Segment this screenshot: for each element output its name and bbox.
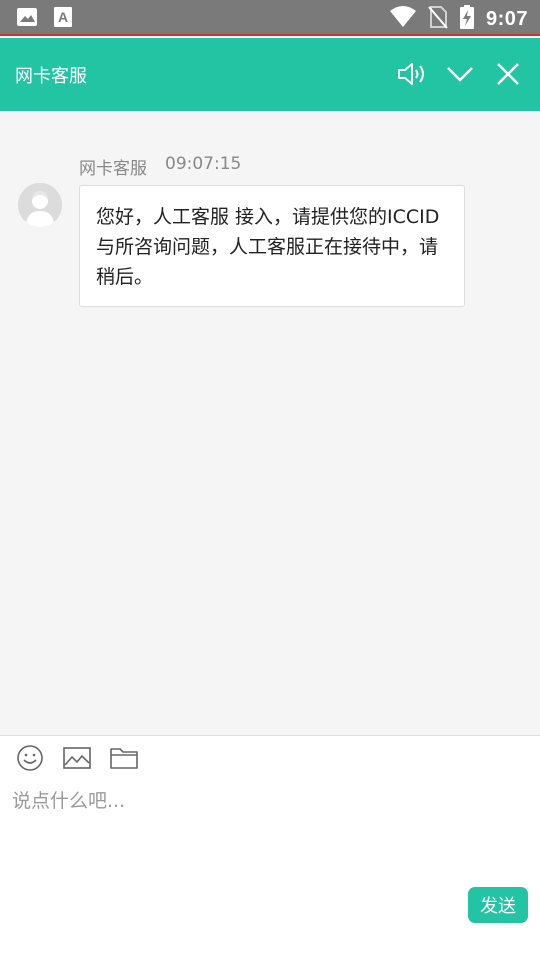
user-avatar-icon <box>18 183 62 227</box>
battery-charging-icon <box>459 5 474 33</box>
send-button[interactable]: 发送 <box>468 887 528 923</box>
image-icon <box>16 7 38 31</box>
message-time: 09:07:15 <box>165 154 242 174</box>
status-bar-left: A <box>16 7 72 31</box>
image-icon[interactable] <box>62 744 92 772</box>
message-input[interactable] <box>12 786 528 906</box>
message-meta: 网卡客服 09:07:15 <box>79 154 241 179</box>
input-area: 发送 <box>0 735 540 960</box>
message-bubble: 您好，人工客服 接入，请提供您的ICCID与所咨询问题，人工客服正在接待中，请稍… <box>79 185 465 307</box>
chevron-down-icon[interactable] <box>443 57 477 91</box>
no-sim-icon <box>428 5 448 33</box>
chat-area[interactable]: 网卡客服 09:07:15 您好，人工客服 接入，请提供您的ICCID与所咨询问… <box>0 111 540 735</box>
font-icon: A <box>54 7 72 31</box>
message-sender: 网卡客服 <box>79 159 147 179</box>
wifi-icon <box>389 6 416 32</box>
header-title: 网卡客服 <box>15 66 87 87</box>
chat-header: 网卡客服 <box>0 38 540 111</box>
status-bar: A 9:07 <box>0 0 540 36</box>
volume-icon[interactable] <box>395 57 429 91</box>
close-icon[interactable] <box>491 57 525 91</box>
input-toolbar <box>15 744 139 772</box>
status-time: 9:07 <box>485 7 528 30</box>
emoji-icon[interactable] <box>15 744 45 772</box>
avatar[interactable] <box>18 183 62 227</box>
svg-text:A: A <box>58 9 68 25</box>
folder-icon[interactable] <box>109 744 139 772</box>
status-bar-right: 9:07 <box>389 5 528 33</box>
